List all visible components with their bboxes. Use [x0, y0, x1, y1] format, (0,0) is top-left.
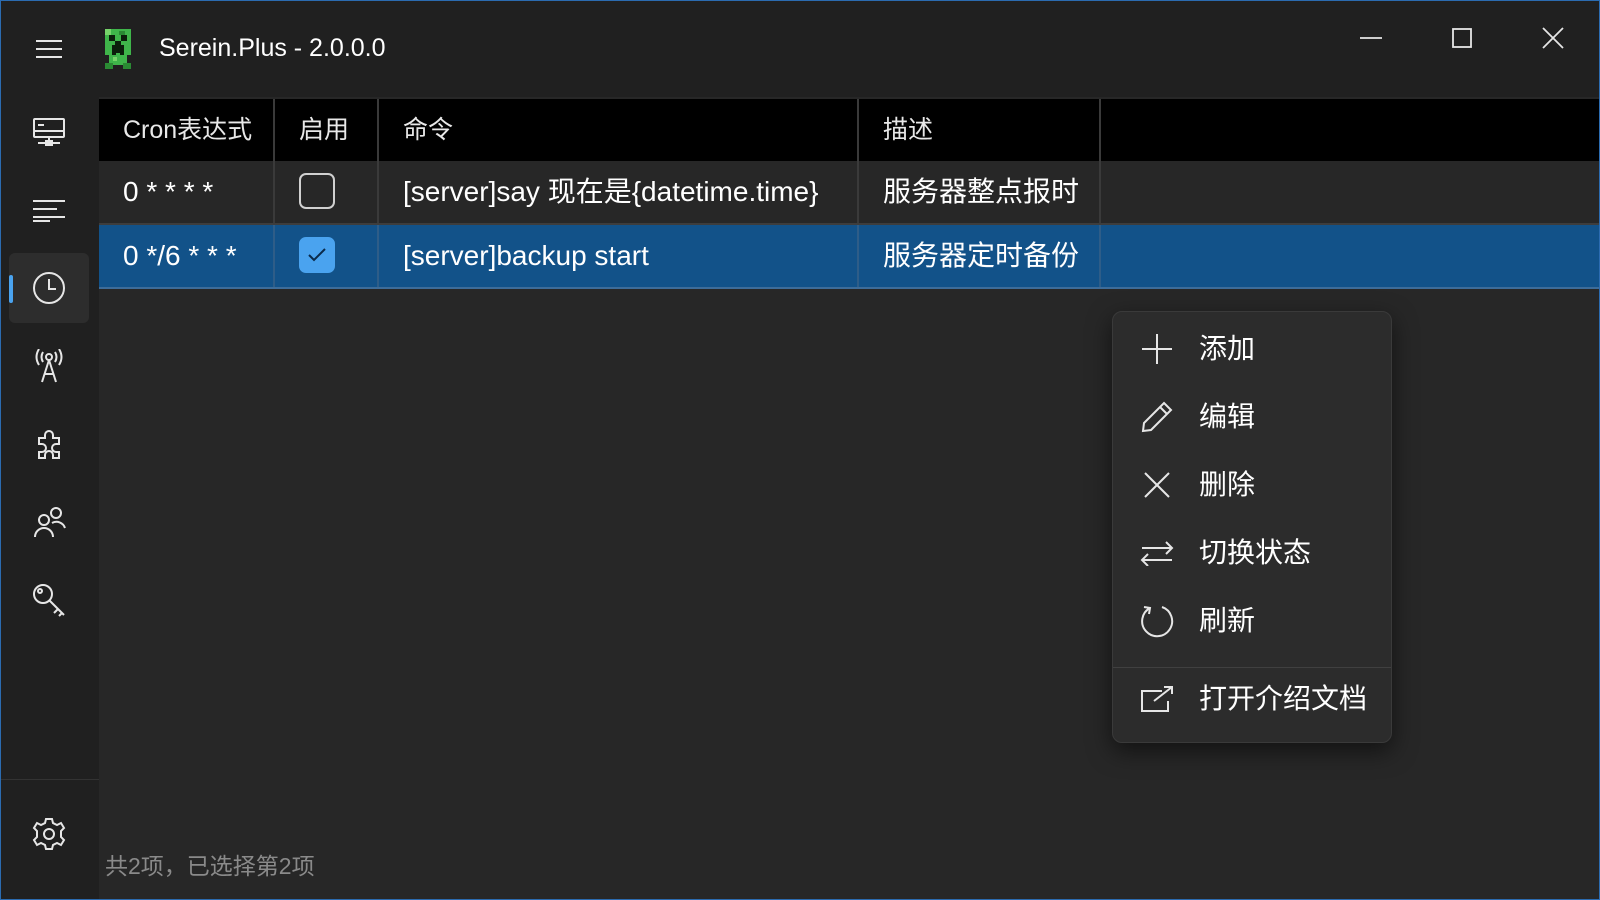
menu-item-label: 删除: [1199, 469, 1256, 500]
menu-item-label: 编辑: [1199, 401, 1256, 432]
minimize-icon: [1360, 36, 1382, 40]
creeper-logo-icon: [103, 29, 133, 69]
description-cell: 服务器定时备份: [859, 225, 1101, 287]
menu-item-refresh[interactable]: 刷新: [1119, 590, 1385, 652]
sidebar-item-server[interactable]: [9, 97, 89, 167]
open-external-icon: [1139, 681, 1175, 717]
lines-icon: [32, 198, 66, 222]
menu-item-delete[interactable]: 删除: [1119, 454, 1385, 516]
minimize-button[interactable]: [1341, 15, 1401, 61]
clock-icon: [32, 271, 66, 305]
active-indicator: [9, 275, 13, 303]
maximize-icon: [1452, 28, 1472, 48]
command-cell: [server]backup start: [379, 225, 859, 287]
sidebar: [1, 97, 99, 899]
menu-item-label: 切换状态: [1199, 537, 1312, 568]
hamburger-icon: [35, 38, 63, 60]
context-menu: 添加 编辑 删除 切换状态 刷新 打开介绍文档: [1112, 311, 1392, 743]
pencil-icon: [1139, 399, 1175, 435]
enabled-checkbox[interactable]: [299, 173, 335, 209]
sidebar-item-members[interactable]: [9, 487, 89, 557]
app-title: Serein.Plus - 2.0.0.0: [159, 34, 386, 62]
enabled-checkbox[interactable]: [299, 237, 335, 273]
menu-item-open-docs[interactable]: 打开介绍文档: [1119, 668, 1385, 730]
column-header-command[interactable]: 命令: [379, 99, 859, 161]
menu-item-toggle-state[interactable]: 切换状态: [1119, 522, 1385, 584]
enabled-cell: [275, 161, 379, 223]
column-header-cron[interactable]: Cron表达式: [99, 99, 275, 161]
swap-icon: [1139, 535, 1175, 571]
key-icon: [32, 583, 66, 617]
app-window: Serein.Plus - 2.0.0.0 Cron表达式 启用 命令 描述 0…: [0, 0, 1600, 900]
table-row[interactable]: 0 * * * * [server]say 现在是{datetime.time}…: [99, 161, 1599, 225]
menu-button[interactable]: [25, 27, 73, 71]
puzzle-icon: [33, 428, 65, 460]
table-header: Cron表达式 启用 命令 描述: [99, 99, 1599, 161]
close-window-button[interactable]: [1523, 15, 1583, 61]
sidebar-item-console[interactable]: [9, 175, 89, 245]
menu-item-add[interactable]: 添加: [1119, 318, 1385, 380]
column-header-enabled[interactable]: 启用: [275, 99, 379, 161]
users-icon: [32, 506, 66, 538]
maximize-button[interactable]: [1432, 15, 1492, 61]
sidebar-item-connection[interactable]: [9, 331, 89, 401]
menu-item-label: 打开介绍文档: [1199, 683, 1368, 714]
server-icon: [32, 117, 66, 147]
sidebar-item-plugins[interactable]: [9, 409, 89, 479]
description-cell: 服务器整点报时: [859, 161, 1101, 223]
menu-item-edit[interactable]: 编辑: [1119, 386, 1385, 448]
menu-item-label: 刷新: [1199, 605, 1256, 636]
antenna-icon: [34, 349, 64, 383]
sidebar-item-schedule[interactable]: [9, 253, 89, 323]
sidebar-item-permissions[interactable]: [9, 565, 89, 635]
close-icon: [1542, 27, 1564, 49]
gear-icon: [32, 817, 66, 851]
cron-cell: 0 * * * *: [99, 161, 275, 223]
status-bar-text: 共2项，已选择第2项: [105, 853, 315, 879]
sidebar-divider: [1, 779, 99, 780]
sidebar-item-settings[interactable]: [9, 799, 89, 869]
cron-cell: 0 */6 * * *: [99, 225, 275, 287]
table-row-selected[interactable]: 0 */6 * * * [server]backup start 服务器定时备份: [99, 225, 1599, 289]
plus-icon: [1139, 331, 1175, 367]
checkmark-icon: [307, 247, 327, 263]
refresh-icon: [1139, 603, 1175, 639]
column-header-description[interactable]: 描述: [859, 99, 1101, 161]
title-bar: Serein.Plus - 2.0.0.0: [1, 1, 1599, 97]
enabled-cell: [275, 225, 379, 287]
menu-item-label: 添加: [1199, 333, 1256, 364]
close-icon: [1139, 467, 1175, 503]
command-cell: [server]say 现在是{datetime.time}: [379, 161, 859, 223]
